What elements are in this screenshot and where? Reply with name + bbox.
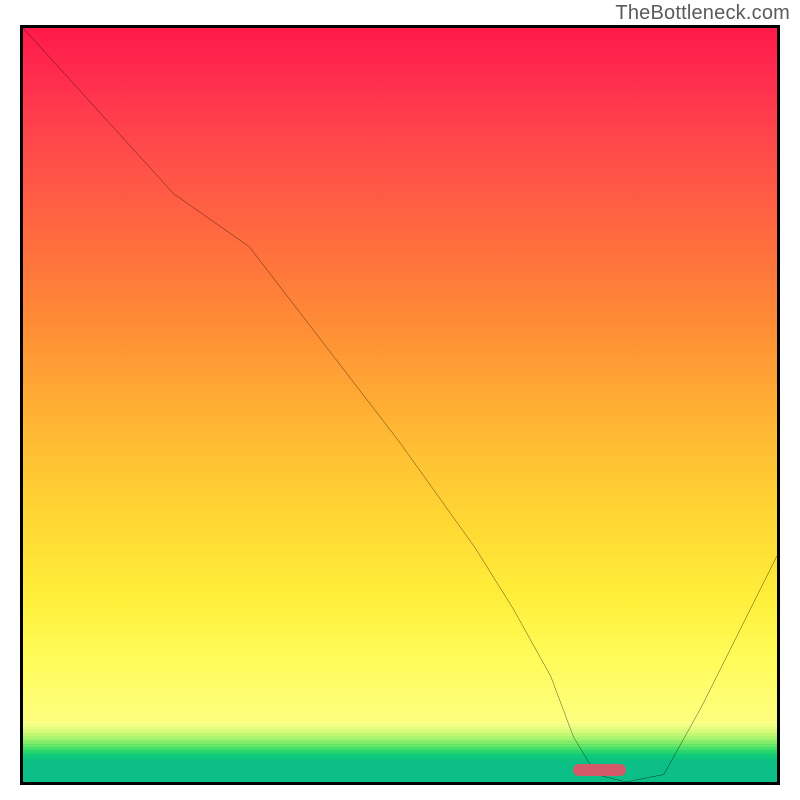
chart-plot-area (20, 25, 780, 785)
optimal-range-marker (573, 764, 626, 776)
bottleneck-curve (23, 28, 777, 782)
watermark-text: TheBottleneck.com (615, 2, 790, 25)
